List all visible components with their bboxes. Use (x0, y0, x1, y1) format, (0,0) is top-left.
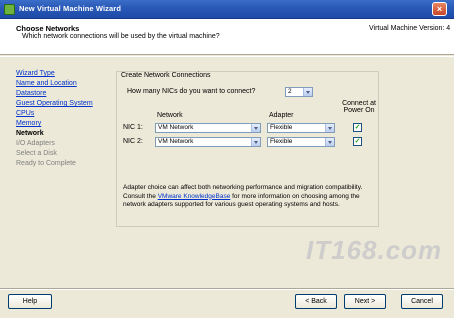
watermark-logo: IT168.com (306, 235, 443, 265)
nic2-network-select[interactable]: VM Network (155, 137, 261, 147)
nav-item-network: Network (16, 130, 44, 137)
nic-count-question: How many NICs do you want to connect? (127, 88, 256, 95)
help-button[interactable]: Help (8, 294, 52, 309)
connect-header-line1: Connect at (342, 100, 376, 107)
page-title: Choose Networks (16, 24, 80, 33)
cancel-button[interactable]: Cancel (401, 294, 443, 309)
chevron-down-icon (303, 88, 312, 96)
vm-wizard-icon (4, 4, 15, 15)
next-button[interactable]: Next > (344, 294, 386, 309)
vm-version-label: Virtual Machine Version: 4 (369, 25, 451, 32)
nic1-network-select[interactable]: VM Network (155, 123, 261, 133)
nic1-adapter-select[interactable]: Flexible (267, 123, 335, 133)
back-button[interactable]: < Back (295, 294, 337, 309)
nav-item-name-and-location[interactable]: Name and Location (16, 79, 112, 89)
nic2-connect-checkbox[interactable]: ✓ (353, 137, 362, 146)
chevron-down-icon (251, 138, 260, 146)
title-bar: New Virtual Machine Wizard × (0, 0, 454, 19)
nav-item-cpus[interactable]: CPUs (16, 109, 112, 119)
nic2-network-value: VM Network (158, 138, 194, 145)
nic1-connect-checkbox[interactable]: ✓ (353, 123, 362, 132)
vmware-knowledgebase-link[interactable]: VMware KnowledgeBase (158, 193, 231, 200)
nav-item-datastore[interactable]: Datastore (16, 89, 112, 99)
connect-header-line2: Power On (343, 107, 375, 114)
chevron-down-icon (325, 138, 334, 146)
nic1-label: NIC 1: (123, 124, 143, 131)
nav-item-wizard-type[interactable]: Wizard Type (16, 69, 112, 79)
nic-count-select[interactable]: 2 (285, 87, 313, 97)
nic2-adapter-select[interactable]: Flexible (267, 137, 335, 147)
nav-item-memory[interactable]: Memory (16, 119, 112, 129)
window-title: New Virtual Machine Wizard (19, 4, 122, 13)
nic1-network-value: VM Network (158, 124, 194, 131)
footer-divider-highlight (0, 289, 454, 290)
adapter-info-text: Adapter choice can affect both networkin… (123, 184, 373, 210)
nav-item-io-adapters: I/O Adapters (16, 140, 55, 147)
nic2-adapter-value: Flexible (270, 138, 293, 145)
connect-column-header: Connect at Power On (339, 100, 379, 114)
network-column-header: Network (157, 112, 183, 119)
nic1-adapter-value: Flexible (270, 124, 293, 131)
group-legend: Create Network Connections (121, 72, 211, 79)
wizard-header: Choose Networks Which network connection… (0, 19, 454, 55)
header-divider (0, 56, 454, 57)
adapter-column-header: Adapter (269, 112, 294, 119)
chevron-down-icon (251, 124, 260, 132)
nav-item-ready-to-complete: Ready to Complete (16, 160, 76, 167)
wizard-steps-nav: Wizard Type Name and Location Datastore … (16, 69, 112, 169)
page-subtitle: Which network connections will be used b… (22, 33, 220, 40)
chevron-down-icon (325, 124, 334, 132)
nav-item-select-disk: Select a Disk (16, 150, 57, 157)
close-button[interactable]: × (432, 2, 447, 16)
nic2-label: NIC 2: (123, 138, 143, 145)
nav-item-guest-os[interactable]: Guest Operating System (16, 99, 112, 109)
nic-count-value: 2 (288, 88, 292, 95)
network-connections-group: Create Network Connections How many NICs… (116, 71, 379, 227)
